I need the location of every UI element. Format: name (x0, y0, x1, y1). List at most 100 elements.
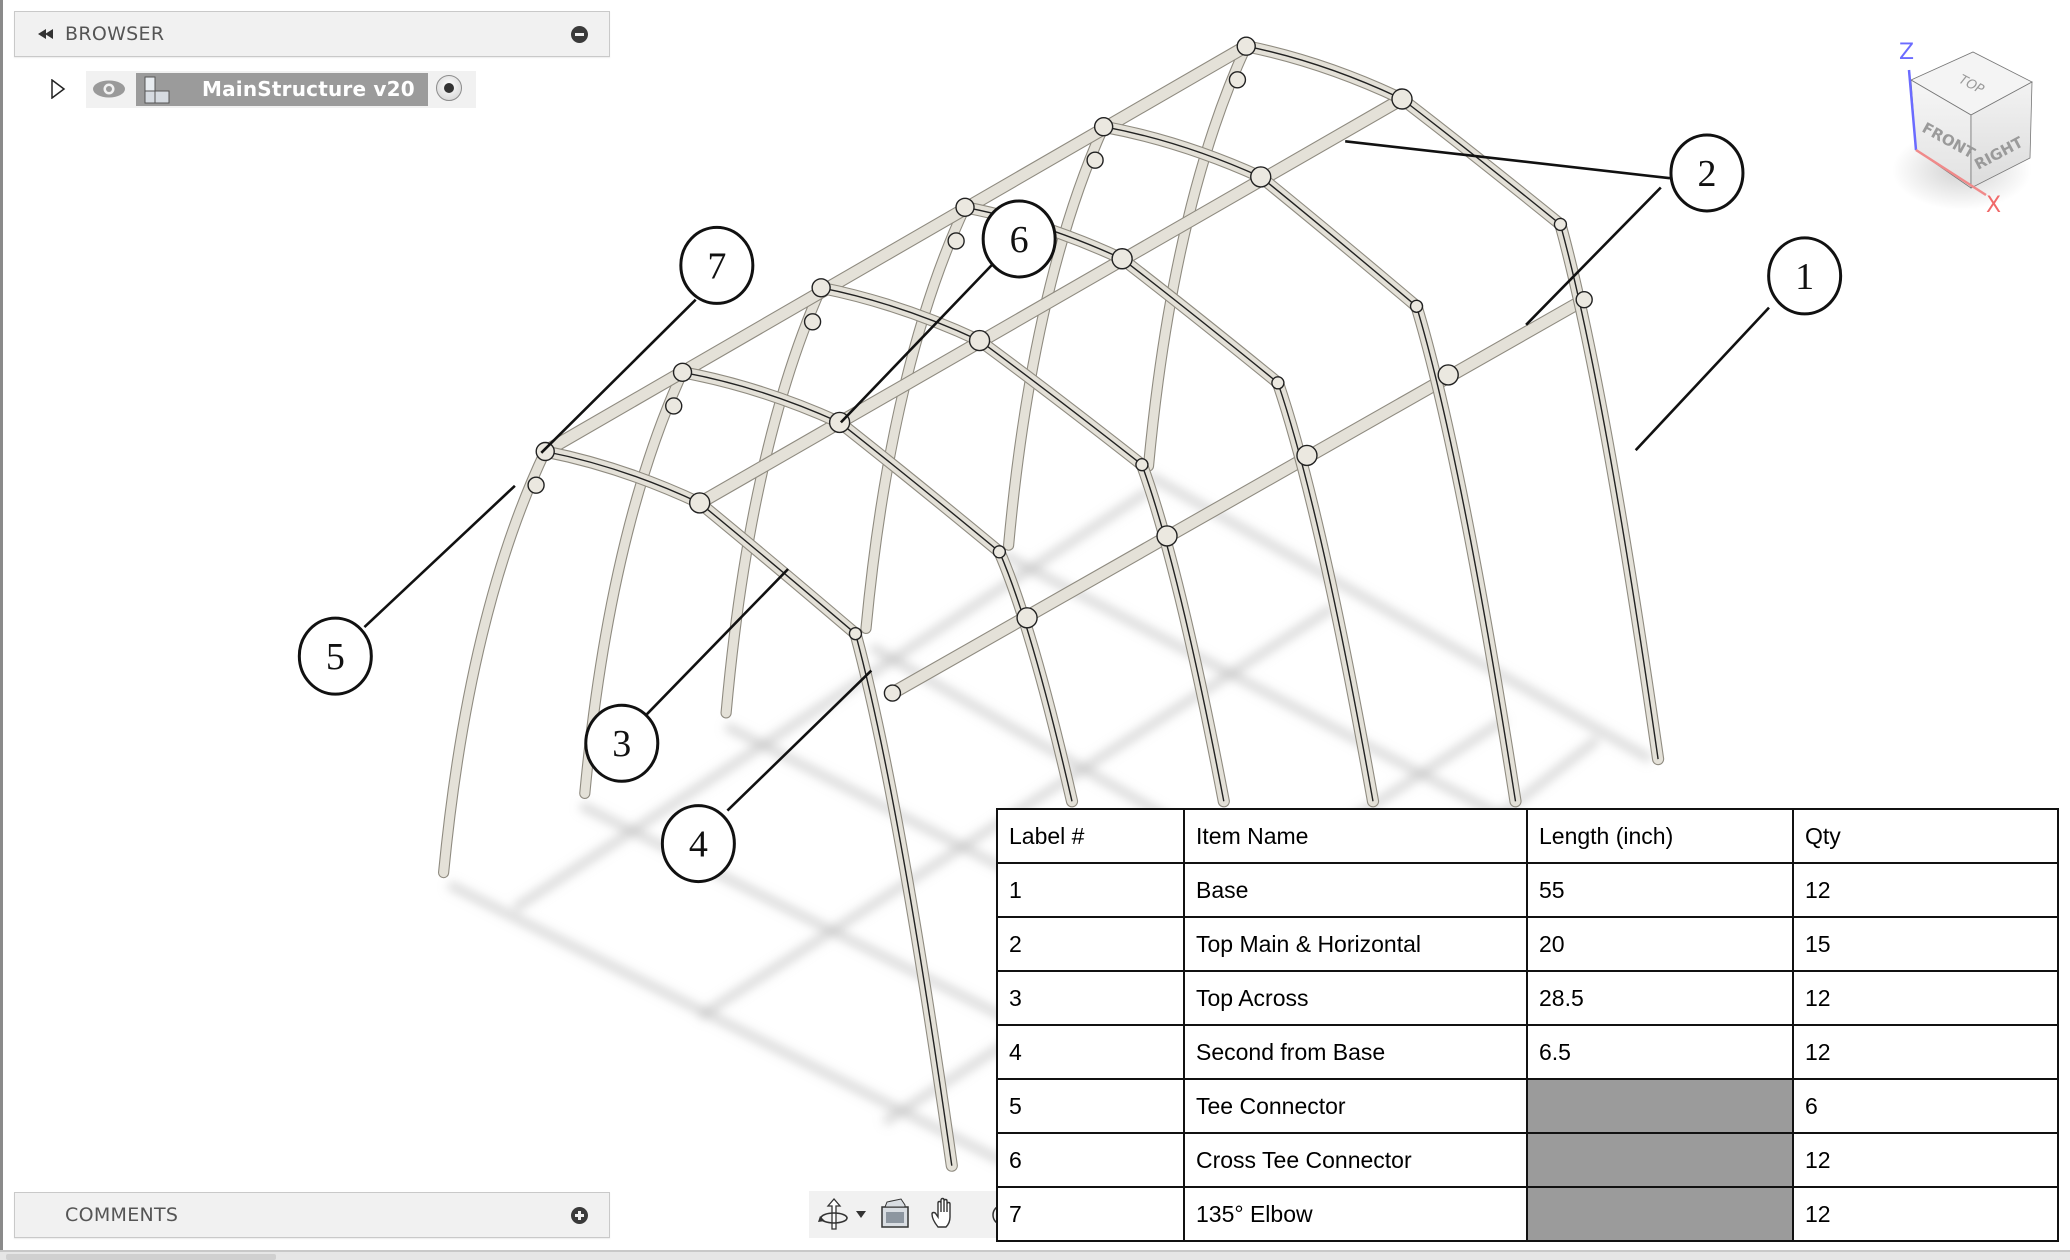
callout-label: 1 (1795, 256, 1814, 298)
table-row: 6 Cross Tee Connector 12 (996, 1132, 2059, 1188)
coupler-fitting (1553, 217, 1568, 232)
shadow-line (1001, 550, 1534, 836)
coupler-fitting (992, 545, 1007, 559)
callout-label: 4 (689, 824, 708, 866)
cell-item-name: Base (1183, 862, 1528, 918)
header-length: Length (inch) (1526, 808, 1794, 864)
cross-tee-fitting (688, 492, 711, 514)
arch-left-leg-outline (1003, 121, 1110, 551)
bottom-scrollbar[interactable] (0, 1250, 2070, 1260)
arch-left-leg-outline (860, 201, 971, 634)
table-row: 7 135° Elbow 12 (996, 1186, 2059, 1242)
tee-fitting (1228, 71, 1247, 89)
dropdown-caret-icon[interactable] (855, 1197, 867, 1231)
bom-table: Label # Item Name Length (inch) Qty 1 Bas… (996, 808, 2059, 1242)
tee-fitting (665, 397, 683, 415)
cell-qty: 12 (1792, 1186, 2059, 1242)
double-left-arrow-icon[interactable] (35, 26, 57, 42)
tee-fitting (803, 313, 822, 331)
cell-item-name: Tee Connector (1183, 1078, 1528, 1134)
cell-qty: 6 (1792, 1078, 2059, 1134)
browser-panel: BROWSER (14, 11, 610, 57)
navigation-toolbar (809, 1191, 1003, 1238)
leader-line (645, 568, 790, 716)
cell-label: 5 (996, 1078, 1185, 1134)
table-header-row: Label # Item Name Length (inch) Qty (996, 808, 2059, 864)
elbow-fitting (955, 197, 975, 217)
x-axis-label: X (1986, 193, 2001, 218)
cell-label: 6 (996, 1132, 1185, 1188)
callout-label: 7 (707, 245, 726, 287)
coupler-fitting (1135, 457, 1149, 472)
pipe-edge-line (545, 450, 856, 635)
arch-right-leg (850, 628, 957, 1171)
arch-left-leg (861, 202, 970, 633)
cross-tee-fitting (1016, 607, 1038, 629)
coupler-fitting (1271, 376, 1285, 390)
arch-rafter-outline (539, 445, 862, 640)
arch-right-leg (1411, 301, 1521, 807)
table-row: 4 Second from Base 6.5 12 (996, 1024, 2059, 1080)
callout-label: 3 (612, 723, 631, 765)
table-row: 1 Base 55 12 (996, 862, 2059, 918)
cross-tee-fitting (1296, 444, 1318, 467)
elbow-fitting (535, 441, 555, 462)
minus-circle-icon[interactable] (571, 26, 588, 43)
component-name[interactable]: MainStructure v20 (202, 77, 415, 101)
cell-qty: 15 (1792, 916, 2059, 972)
coupler-fitting (848, 626, 863, 641)
callout-6: 6 (981, 199, 1057, 279)
browser-title: BROWSER (65, 23, 165, 45)
callout-1: 1 (1767, 236, 1843, 316)
cell-length: 28.5 (1526, 970, 1794, 1026)
callout-4: 4 (660, 804, 736, 884)
elbow-fitting (1236, 36, 1256, 56)
z-axis-label: Z (1899, 40, 1914, 65)
tee-fitting (947, 232, 965, 250)
callout-7: 7 (679, 225, 755, 305)
cell-label: 4 (996, 1024, 1185, 1080)
table-row: 2 Top Main & Horizontal 20 15 (996, 916, 2059, 972)
arch-left-leg-outline (720, 282, 827, 719)
arch-rafter (540, 446, 861, 639)
coupler-fitting (1409, 299, 1424, 313)
callout-2: 2 (1669, 133, 1745, 213)
shadow-line (1146, 471, 1653, 764)
viewcube[interactable]: Z X TOP FRONT RIGHT (1880, 30, 2040, 230)
cell-label: 7 (996, 1186, 1185, 1242)
scrollbar-thumb[interactable] (6, 1254, 276, 1260)
arch-left-leg (1004, 122, 1109, 550)
table-row: 3 Top Across 28.5 12 (996, 970, 2059, 1026)
cross-tee-fitting (1437, 364, 1459, 386)
tee-fitting (527, 476, 545, 494)
cell-length: 55 (1526, 862, 1794, 918)
triangle-right-icon[interactable] (50, 79, 66, 99)
elbow-fitting (811, 278, 831, 298)
tee-fitting (1086, 151, 1104, 169)
elbow-fitting (1093, 117, 1114, 137)
cross-tee-fitting (1250, 166, 1272, 188)
cell-length (1526, 1132, 1794, 1188)
arch-left-leg (439, 447, 550, 878)
cell-length: 6.5 (1526, 1024, 1794, 1080)
pan-hand-icon[interactable] (929, 1197, 961, 1231)
cell-qty: 12 (1792, 1024, 2059, 1080)
cell-item-name: Top Across (1183, 970, 1528, 1026)
header-item-name: Item Name (1183, 808, 1528, 864)
look-at-icon[interactable] (879, 1197, 911, 1231)
comments-title: COMMENTS (65, 1204, 179, 1226)
orbit-icon[interactable] (817, 1197, 851, 1231)
cell-qty: 12 (1792, 862, 2059, 918)
cross-tee-fitting (1111, 248, 1133, 270)
eye-icon[interactable] (92, 80, 126, 98)
cell-label: 2 (996, 916, 1185, 972)
radio-dot-icon[interactable] (436, 75, 462, 101)
callout-3: 3 (584, 703, 660, 783)
plus-circle-icon[interactable] (571, 1207, 588, 1224)
arch-left-leg (721, 283, 826, 718)
cell-item-name: Cross Tee Connector (1183, 1132, 1528, 1188)
callout-label: 2 (1697, 153, 1716, 195)
cell-length: 20 (1526, 916, 1794, 972)
callout-label: 5 (326, 636, 345, 678)
arch-left-leg-outline (438, 445, 551, 879)
